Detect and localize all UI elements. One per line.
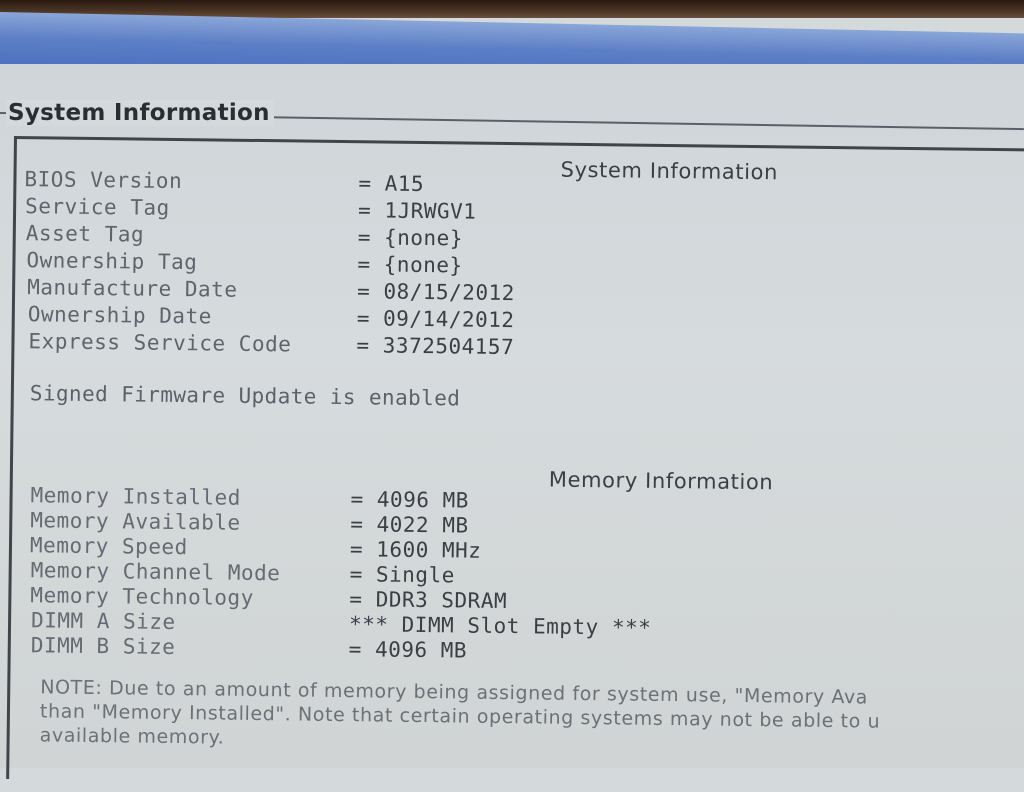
info-label: Manufacture Date (27, 275, 238, 302)
info-value: = 08/15/2012 (356, 279, 515, 306)
memory-information-heading: Memory Information (548, 467, 774, 495)
info-value: = 3372504157 (356, 333, 515, 360)
memory-label: Memory Channel Mode (30, 558, 281, 586)
memory-value: = 4096 MB (350, 487, 470, 513)
memory-value: = 4022 MB (350, 512, 469, 538)
memory-label: Memory Technology (30, 583, 254, 610)
info-label: Express Service Code (28, 329, 292, 357)
memory-value: *** DIMM Slot Empty *** (348, 612, 652, 640)
info-label: Asset Tag (25, 221, 145, 247)
info-value: = {none} (357, 225, 464, 251)
info-value: = 09/14/2012 (356, 306, 515, 333)
firmware-update-status: Signed Firmware Update is enabled (29, 381, 461, 411)
memory-value: = Single (349, 562, 455, 588)
memory-value: = 4096 MB (348, 637, 468, 663)
info-value: = {none} (357, 252, 463, 278)
info-label: Ownership Date (27, 302, 212, 329)
info-label: Ownership Tag (26, 248, 198, 275)
memory-note-line: available memory. (39, 724, 225, 749)
memory-label: DIMM B Size (30, 633, 176, 660)
info-label: Service Tag (24, 194, 170, 220)
memory-value: = DDR3 SDRAM (349, 587, 508, 614)
info-value: = 1JRWGV1 (357, 198, 477, 224)
memory-label: Memory Speed (29, 533, 188, 560)
system-information-heading: System Information (560, 157, 779, 185)
group-box-title: System Information (6, 100, 274, 126)
system-information-panel: System Information BIOS Version = A15 Se… (6, 136, 1024, 792)
memory-value: = 1600 MHz (349, 537, 482, 563)
info-value: = A15 (358, 171, 425, 197)
info-label: BIOS Version (24, 167, 183, 194)
memory-label: Memory Installed (30, 483, 242, 510)
memory-label: DIMM A Size (30, 608, 176, 635)
memory-label: Memory Available (30, 508, 241, 535)
